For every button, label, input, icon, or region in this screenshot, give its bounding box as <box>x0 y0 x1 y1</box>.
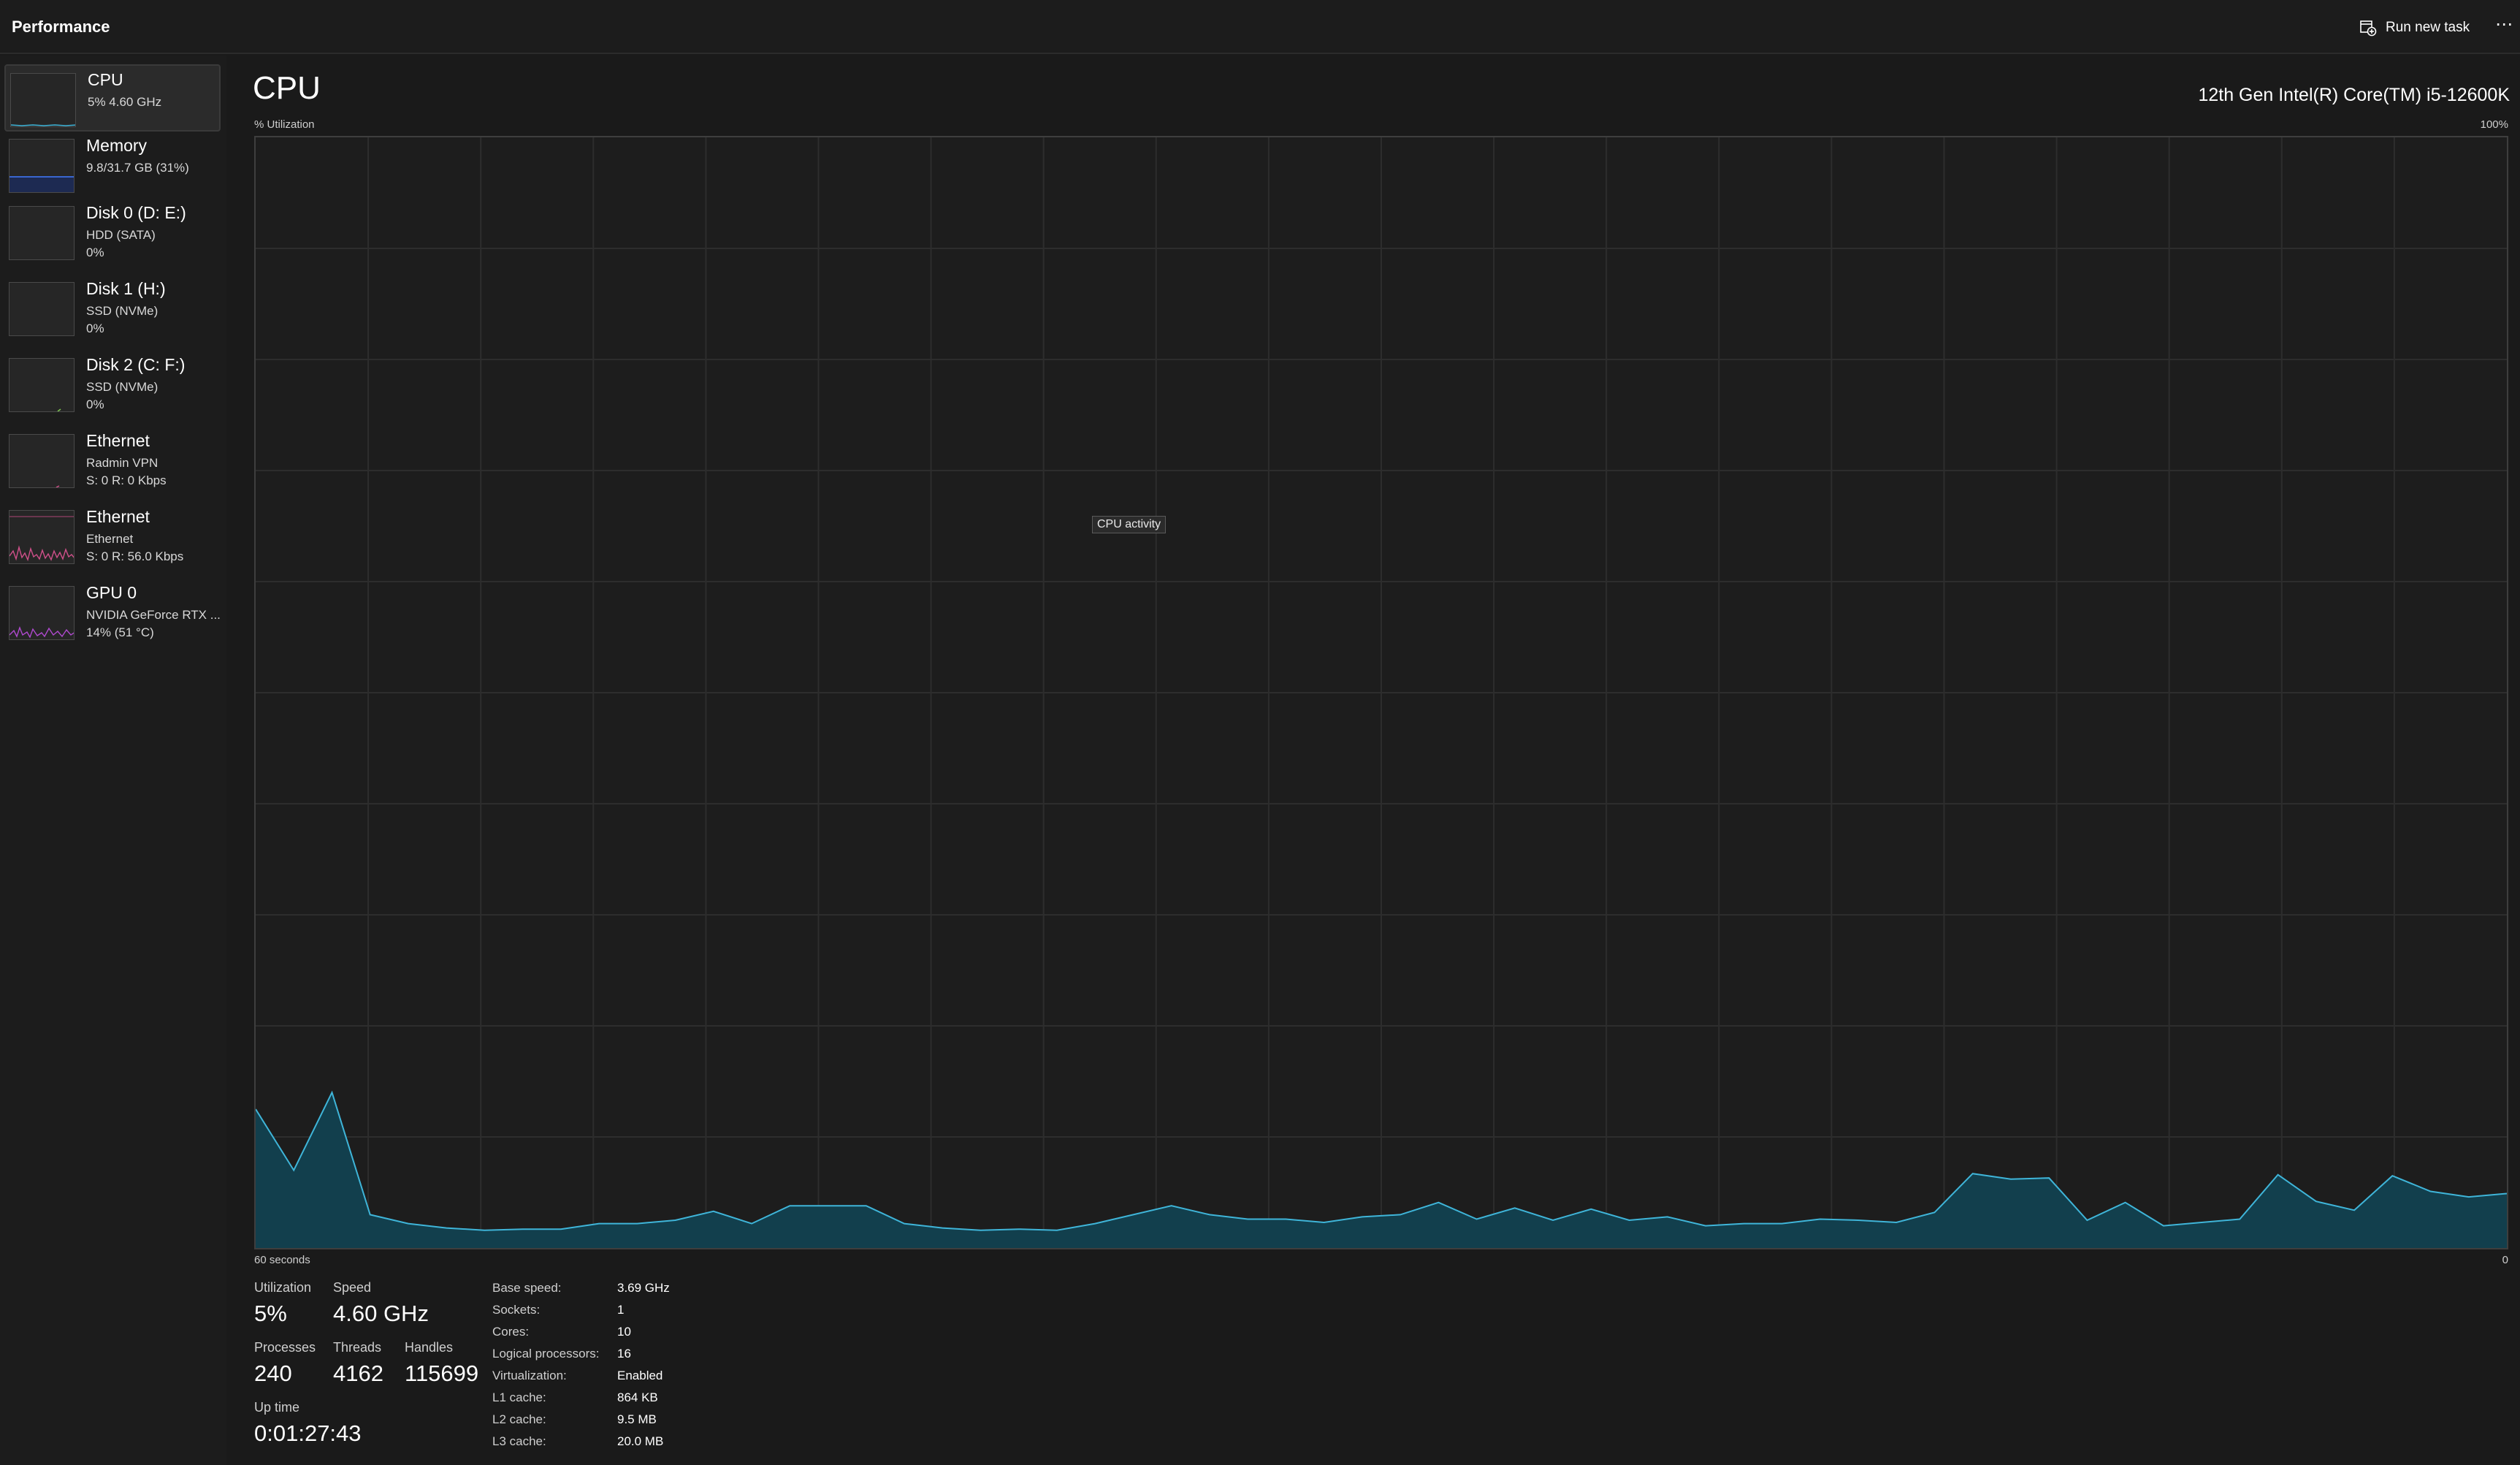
uptime-value: 0:01:27:43 <box>254 1420 362 1446</box>
sidebar-item-detail: 0% <box>86 397 104 411</box>
utilization-label: Utilization <box>254 1280 312 1295</box>
gpu-thumbnail-graph <box>9 586 75 640</box>
speed-value: 4.60 GHz <box>333 1301 429 1326</box>
sidebar-item-detail: 14% (51 °C) <box>86 625 154 639</box>
sidebar-item-detail: Ethernet <box>86 532 134 546</box>
disk-thumbnail-graph <box>9 282 75 336</box>
memory-thumbnail-graph <box>9 139 75 193</box>
spec-key: Cores: <box>492 1325 530 1339</box>
x-axis-end-label: 0 <box>2502 1254 2508 1266</box>
cpu-utilization-chart[interactable]: CPU activity <box>254 136 2508 1249</box>
sidebar-item-detail: SSD (NVMe) <box>86 304 159 318</box>
x-axis-start-label: 60 seconds <box>254 1254 310 1266</box>
title-bar: Performance Run new task ⋯ <box>0 0 2520 54</box>
handles-label: Handles <box>405 1340 454 1355</box>
sidebar-item-name: Ethernet <box>86 507 150 526</box>
threads-label: Threads <box>333 1340 382 1355</box>
sidebar-item-name: Memory <box>86 136 148 155</box>
sidebar-item-ethernet[interactable]: Ethernet Ethernet S: 0 R: 56.0 Kbps <box>4 503 221 570</box>
spec-key: Logical processors: <box>492 1347 600 1361</box>
sidebar-item-disk-0[interactable]: Disk 0 (D: E:) HDD (SATA) 0% <box>4 199 221 266</box>
section-title: CPU <box>253 70 321 106</box>
spec-key: L2 cache: <box>492 1412 546 1426</box>
cpu-thumbnail-graph <box>10 73 76 127</box>
spec-value: 864 KB <box>617 1390 658 1404</box>
sidebar-item-detail: 5% 4.60 GHz <box>88 95 162 109</box>
y-axis-max-label: 100% <box>2480 118 2508 131</box>
sidebar-item-ethernet-radmin[interactable]: Ethernet Radmin VPN S: 0 R: 0 Kbps <box>4 427 221 494</box>
sidebar-item-detail: 9.8/31.7 GB (31%) <box>86 161 189 175</box>
chart-grid <box>256 137 2507 1248</box>
sidebar-item-disk-1[interactable]: Disk 1 (H:) SSD (NVMe) 0% <box>4 275 221 342</box>
threads-value: 4162 <box>333 1361 383 1386</box>
spec-key: Base speed: <box>492 1281 562 1295</box>
processes-value: 240 <box>254 1361 292 1386</box>
spec-value: Enabled <box>617 1369 663 1382</box>
more-options-icon[interactable]: ⋯ <box>2491 10 2517 39</box>
uptime-label: Up time <box>254 1400 300 1415</box>
sidebar-item-detail: S: 0 R: 56.0 Kbps <box>86 549 184 563</box>
spec-key: L1 cache: <box>492 1390 546 1404</box>
sidebar-item-name: GPU 0 <box>86 583 137 602</box>
spec-key: L3 cache: <box>492 1434 546 1448</box>
spec-key: Sockets: <box>492 1303 541 1317</box>
spec-value: 1 <box>617 1303 625 1317</box>
run-task-icon <box>2360 20 2377 37</box>
sidebar-item-name: CPU <box>88 70 123 89</box>
chart-canvas <box>256 137 2507 1248</box>
page-title: Performance <box>12 18 110 36</box>
ethernet-thumbnail-graph <box>9 434 75 488</box>
sidebar-item-detail: HDD (SATA) <box>86 228 156 242</box>
sidebar-item-name: Disk 0 (D: E:) <box>86 203 186 222</box>
speed-label: Speed <box>333 1280 372 1295</box>
cpu-model-name: 12th Gen Intel(R) Core(TM) i5-12600K <box>2198 85 2510 105</box>
sidebar-item-detail: NVIDIA GeForce RTX ... <box>86 608 221 622</box>
processes-label: Processes <box>254 1340 316 1355</box>
chart-tooltip: CPU activity <box>1092 516 1167 533</box>
sidebar-item-detail: S: 0 R: 0 Kbps <box>86 473 167 487</box>
spec-value: 20.0 MB <box>617 1434 664 1448</box>
sidebar-item-gpu-0[interactable]: GPU 0 NVIDIA GeForce RTX ... 14% (51 °C) <box>4 579 221 646</box>
sidebar-item-detail: 0% <box>86 321 104 335</box>
handles-value: 115699 <box>405 1361 479 1386</box>
disk-thumbnail-graph <box>9 358 75 412</box>
y-axis-label: % Utilization <box>254 118 315 131</box>
sidebar-item-name: Disk 2 (C: F:) <box>86 355 186 374</box>
sidebar-item-detail: Radmin VPN <box>86 456 159 470</box>
spec-value: 16 <box>617 1347 631 1361</box>
run-new-task-button[interactable]: Run new task <box>2352 15 2477 41</box>
sidebar: CPU 5% 4.60 GHz Memory 9.8/31.7 GB (31%)… <box>0 56 226 1465</box>
sidebar-item-memory[interactable]: Memory 9.8/31.7 GB (31%) <box>4 132 221 199</box>
spec-value: 3.69 GHz <box>617 1281 670 1295</box>
spec-key: Virtualization: <box>492 1369 567 1382</box>
sidebar-item-name: Ethernet <box>86 431 150 450</box>
sidebar-item-detail: 0% <box>86 246 104 259</box>
run-new-task-label: Run new task <box>2386 20 2470 35</box>
ethernet-thumbnail-graph <box>9 510 75 564</box>
spec-value: 9.5 MB <box>617 1412 657 1426</box>
sidebar-item-detail: SSD (NVMe) <box>86 380 159 394</box>
sidebar-item-name: Disk 1 (H:) <box>86 279 166 298</box>
spec-value: 10 <box>617 1325 631 1339</box>
utilization-value: 5% <box>254 1301 287 1326</box>
disk-thumbnail-graph <box>9 206 75 260</box>
sidebar-item-cpu[interactable]: CPU 5% 4.60 GHz <box>4 64 221 132</box>
sidebar-item-disk-2[interactable]: Disk 2 (C: F:) SSD (NVMe) 0% <box>4 351 221 418</box>
